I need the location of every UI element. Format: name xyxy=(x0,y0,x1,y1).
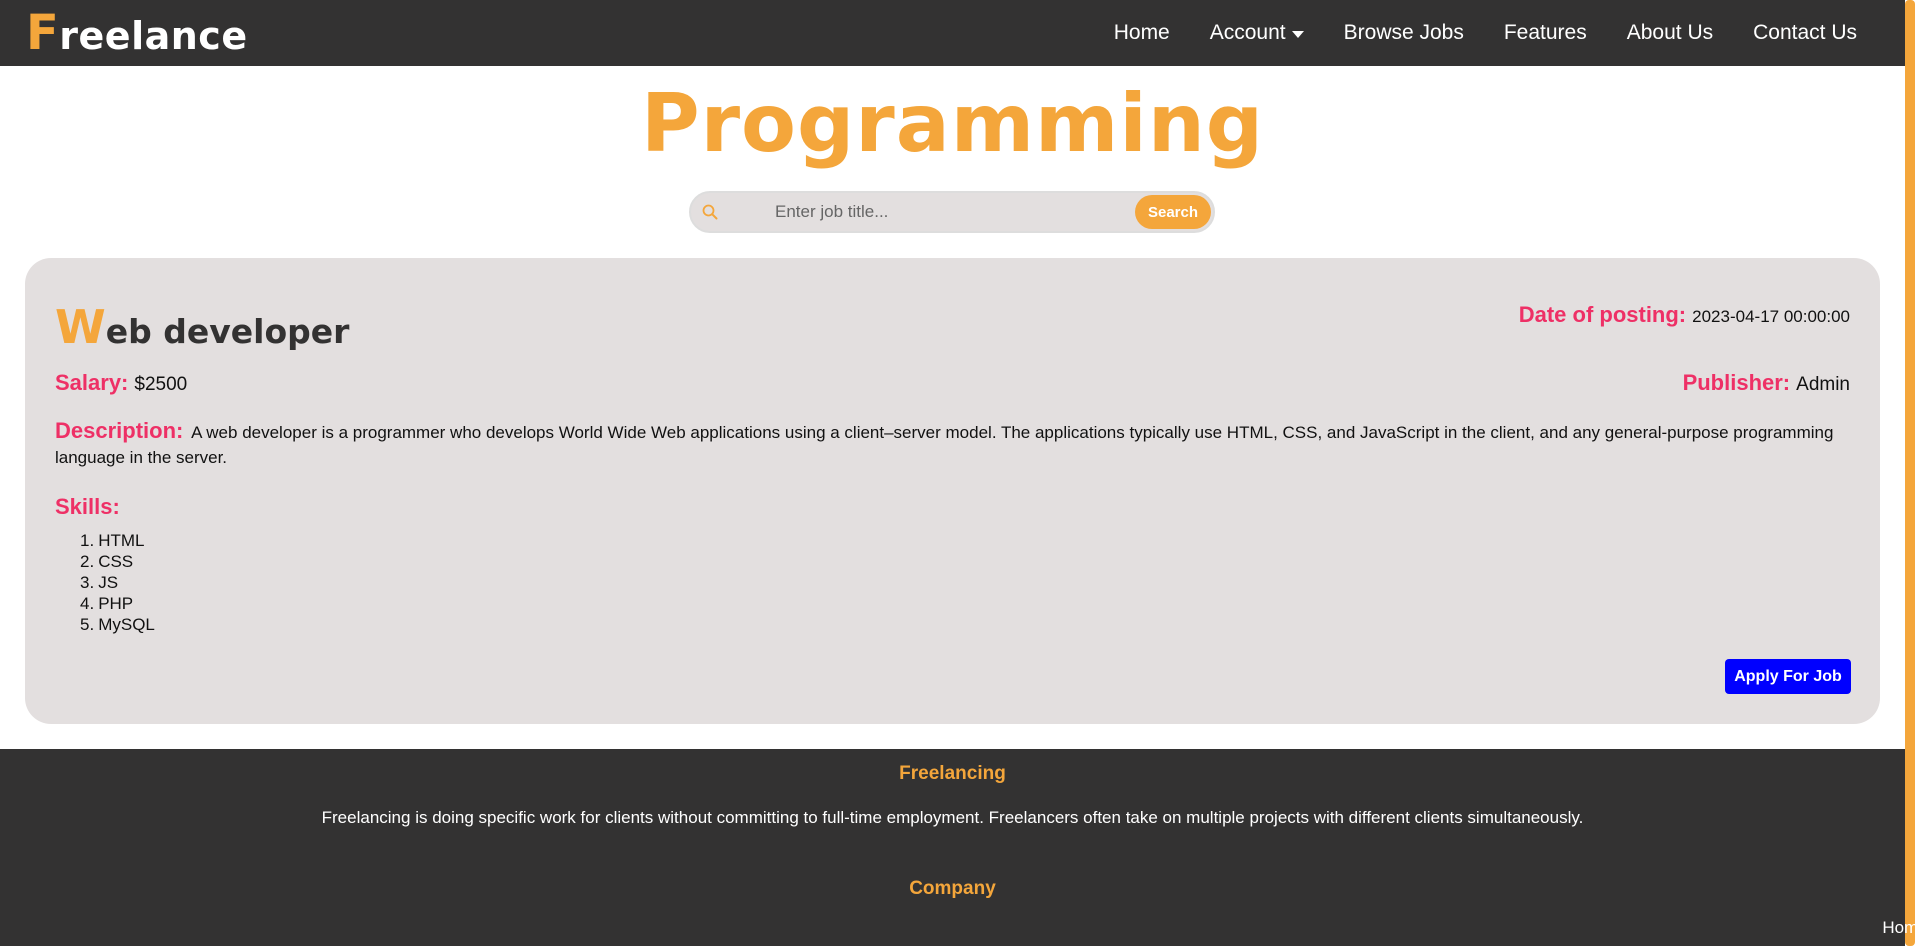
skill-item: 3. JS xyxy=(80,572,155,593)
page-title: Programming xyxy=(640,77,1265,170)
skill-number: 5. xyxy=(80,615,95,634)
nav-account-label: Account xyxy=(1209,21,1286,44)
footer: Freelancing Freelancing is doing specifi… xyxy=(0,749,1915,946)
salary-value: $2500 xyxy=(134,374,188,395)
logo-text: reelance xyxy=(59,14,248,58)
skill-name: MySQL xyxy=(98,615,155,634)
description-text: A web developer is a programmer who deve… xyxy=(55,423,1834,467)
skill-item: 4. PHP xyxy=(80,593,155,614)
publisher-value: Admin xyxy=(1796,374,1850,395)
scrollbar-thumb[interactable] xyxy=(1905,0,1915,946)
skill-number: 3. xyxy=(80,573,95,592)
skill-item: 2. CSS xyxy=(80,551,155,572)
nav-links: Home Account Browse Jobs Features About … xyxy=(1114,21,1879,45)
date-of-posting: Date of posting: 2023-04-17 00:00:00 xyxy=(1519,302,1850,328)
logo[interactable]: Freelance xyxy=(26,5,248,61)
skill-name: JS xyxy=(98,573,119,592)
nav-contact-us[interactable]: Contact Us xyxy=(1753,21,1857,45)
skill-name: HTML xyxy=(98,531,145,550)
salary: Salary: $2500 xyxy=(55,370,187,396)
skills-list: 1. HTML 2. CSS 3. JS 4. PHP 5. MySQL xyxy=(80,530,155,635)
nav-home[interactable]: Home xyxy=(1114,21,1170,45)
search-icon xyxy=(695,193,725,231)
navbar: Freelance Home Account Browse Jobs Featu… xyxy=(0,0,1905,66)
description-label: Description: xyxy=(55,418,184,443)
footer-link-home[interactable]: Home xyxy=(953,918,1915,938)
skills-label: Skills: xyxy=(55,494,120,519)
logo-initial: F xyxy=(26,5,60,61)
skill-number: 2. xyxy=(80,552,95,571)
footer-heading-company: Company xyxy=(909,878,996,899)
skill-item: 5. MySQL xyxy=(80,614,155,635)
caret-down-icon xyxy=(1291,30,1304,38)
salary-label: Salary: xyxy=(55,370,129,395)
search-button[interactable]: Search xyxy=(1135,195,1211,229)
skill-number: 1. xyxy=(80,531,95,550)
nav-features[interactable]: Features xyxy=(1504,21,1587,45)
skill-name: CSS xyxy=(98,552,134,571)
job-title: Web developer xyxy=(55,300,349,354)
job-title-rest: eb developer xyxy=(105,312,350,351)
description: Description: A web developer is a progra… xyxy=(55,418,1855,470)
nav-about-us[interactable]: About Us xyxy=(1627,21,1713,45)
footer-text: Freelancing is doing specific work for c… xyxy=(321,808,1584,827)
nav-account[interactable]: Account xyxy=(1210,21,1304,45)
job-title-initial: W xyxy=(55,300,106,354)
footer-heading-freelancing: Freelancing xyxy=(899,763,1006,784)
publisher: Publisher: Admin xyxy=(1683,370,1850,396)
scrollbar[interactable] xyxy=(1905,0,1915,946)
job-card: Web developer Date of posting: 2023-04-1… xyxy=(25,258,1880,724)
nav-browse-jobs[interactable]: Browse Jobs xyxy=(1344,21,1464,45)
skill-item: 1. HTML xyxy=(80,530,155,551)
publisher-label: Publisher: xyxy=(1682,370,1791,395)
skill-name: PHP xyxy=(98,594,134,613)
skill-number: 4. xyxy=(80,594,95,613)
date-label: Date of posting: xyxy=(1518,302,1687,327)
date-value: 2023-04-17 00:00:00 xyxy=(1692,307,1850,326)
search-input[interactable] xyxy=(725,193,1135,231)
apply-for-job-button[interactable]: Apply For Job xyxy=(1725,659,1851,694)
search-bar: Search xyxy=(689,191,1215,233)
